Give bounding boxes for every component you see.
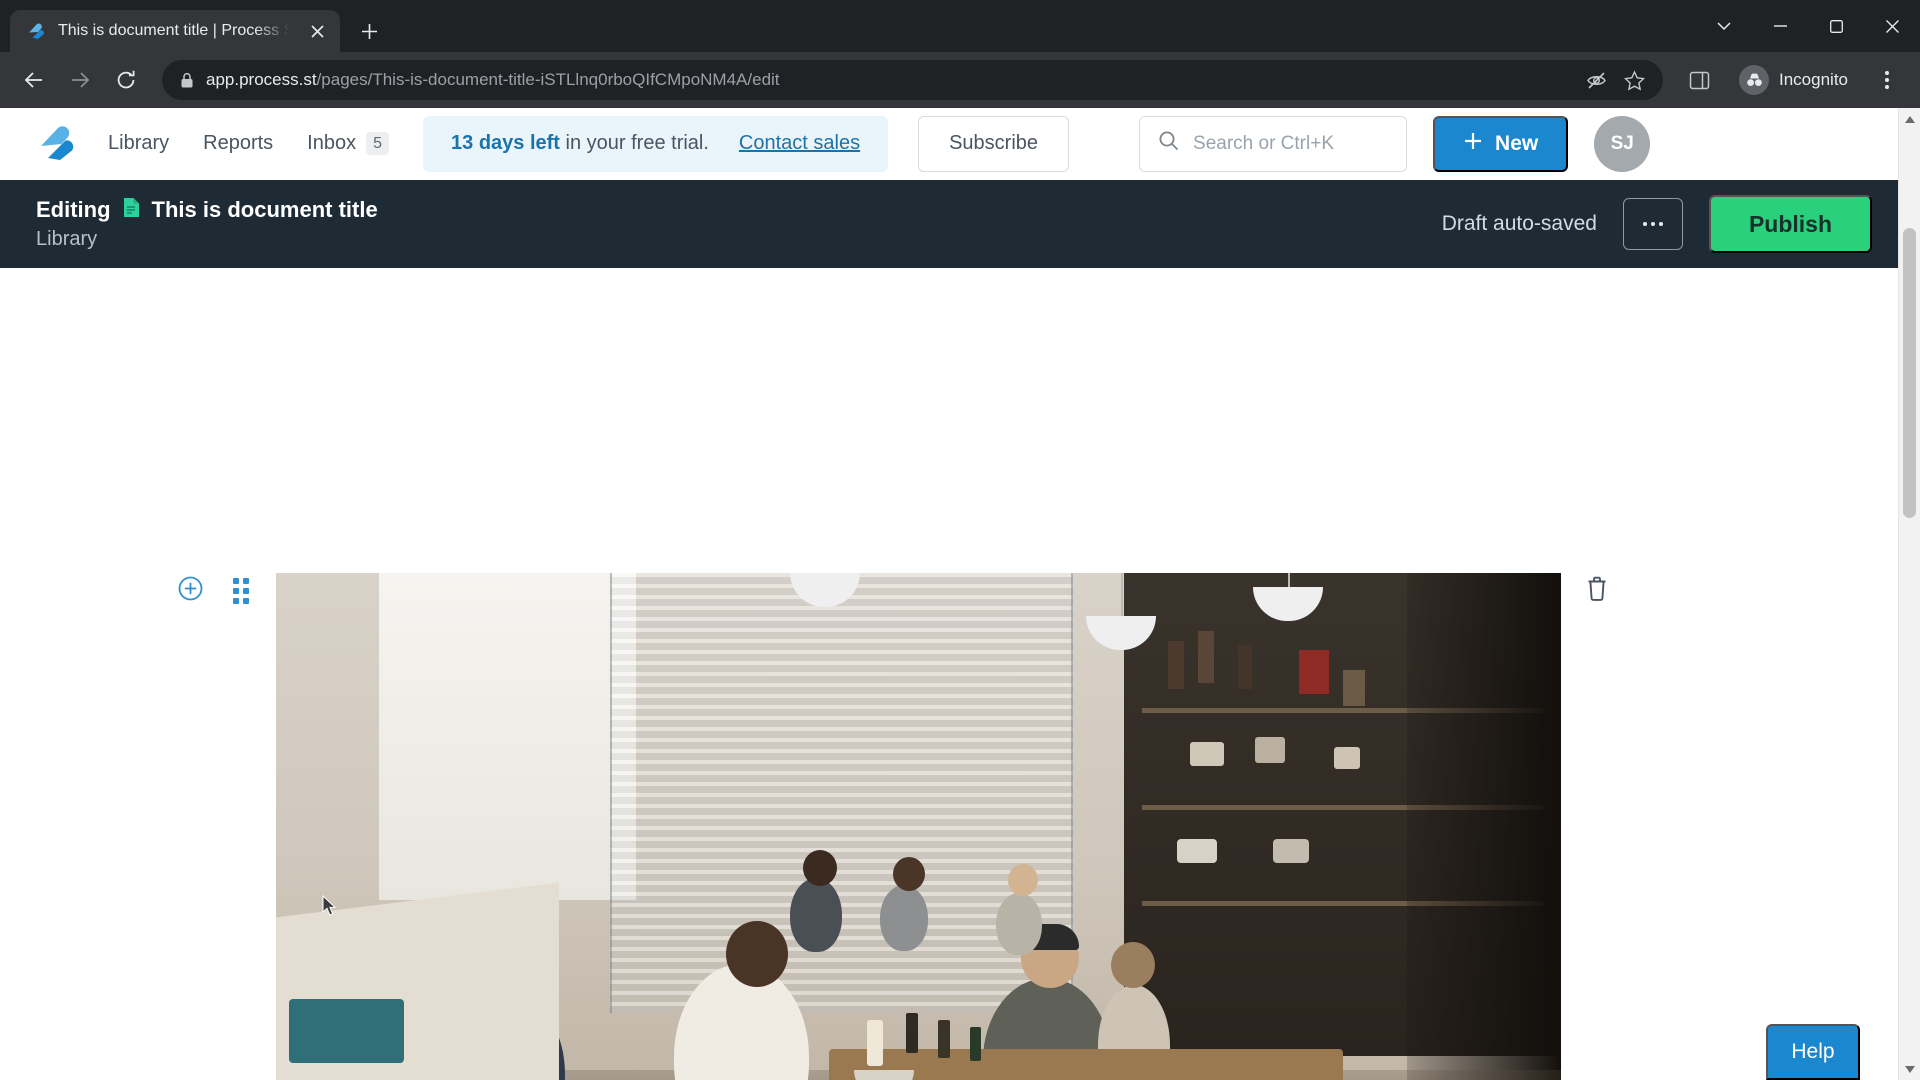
web-page: Library Reports Inbox 5 13 days left in …	[0, 108, 1898, 1080]
incognito-label: Incognito	[1779, 70, 1848, 89]
scrollbar-thumb[interactable]	[1903, 228, 1916, 518]
app-nav: Library Reports Inbox 5	[108, 131, 390, 156]
back-arrow-icon[interactable]	[14, 60, 54, 100]
publish-button[interactable]: Publish	[1708, 195, 1872, 253]
url-text: app.process.st/pages/This-is-document-ti…	[206, 70, 1569, 90]
search-placeholder: Search or Ctrl+K	[1193, 132, 1335, 154]
chevron-down-icon[interactable]	[1696, 0, 1752, 52]
browser-toolbar: app.process.st/pages/This-is-document-ti…	[0, 52, 1920, 108]
search-input[interactable]: Search or Ctrl+K	[1139, 115, 1408, 172]
avatar[interactable]: SJ	[1594, 115, 1651, 172]
breadcrumb[interactable]: Library	[36, 228, 378, 251]
browser-tab-strip: This is document title | Process S	[0, 0, 1920, 52]
incognito-indicator[interactable]: Incognito	[1731, 60, 1862, 100]
add-new-label: New	[1495, 131, 1539, 155]
grip-dots-icon[interactable]	[233, 578, 249, 604]
search-icon	[1158, 130, 1179, 157]
browser-tab-title: This is document title | Process S	[58, 22, 292, 39]
process-st-favicon	[26, 21, 46, 41]
sidebar-item-inbox[interactable]: Inbox 5	[307, 131, 390, 156]
url-host: app.process.st	[206, 70, 317, 89]
editing-title-row: Editing This is document title	[36, 197, 378, 223]
url-path: /pages/This-is-document-title-iSTLlnq0rb…	[316, 70, 780, 89]
reload-icon[interactable]	[106, 60, 146, 100]
omnibox-icons	[1581, 65, 1649, 95]
minimize-icon[interactable]	[1752, 0, 1808, 52]
trial-text: 13 days left in your free trial.	[451, 132, 709, 155]
scroll-down-arrow-icon[interactable]	[1899, 1058, 1920, 1080]
subscribe-button[interactable]: Subscribe	[918, 115, 1070, 172]
eye-slash-icon[interactable]	[1581, 65, 1611, 95]
process-st-logo[interactable]	[36, 123, 78, 165]
browser-tab[interactable]: This is document title | Process S	[10, 10, 340, 52]
document-editor: Enter a caption (optional) Help	[0, 268, 1898, 1080]
close-icon[interactable]	[304, 18, 330, 44]
new-tab-button[interactable]	[352, 14, 386, 48]
block-tools	[178, 576, 249, 606]
editing-status-label: Editing	[36, 197, 111, 222]
close-icon[interactable]	[1864, 0, 1920, 52]
page-viewport: Library Reports Inbox 5 13 days left in …	[0, 108, 1920, 1080]
trash-icon[interactable]	[1586, 576, 1608, 606]
app-header: Library Reports Inbox 5 13 days left in …	[0, 108, 1898, 180]
mouse-cursor	[322, 894, 338, 922]
forward-arrow-icon	[60, 60, 100, 100]
trial-days-left: 13 days left	[451, 132, 560, 154]
editing-toolbar: Editing This is document title Library D…	[0, 180, 1898, 268]
incognito-icon	[1739, 65, 1769, 95]
document-icon	[123, 197, 140, 223]
image-block[interactable]: Enter a caption (optional)	[276, 573, 1561, 1080]
block-image[interactable]	[276, 573, 1561, 1080]
sidebar-item-inbox-label: Inbox	[307, 132, 357, 154]
maximize-icon[interactable]	[1808, 0, 1864, 52]
trial-banner: 13 days left in your free trial. Contact…	[423, 115, 889, 172]
lock-icon	[180, 72, 194, 89]
trial-suffix: in your free trial.	[559, 132, 709, 154]
side-panel-icon[interactable]	[1679, 60, 1719, 100]
star-icon[interactable]	[1619, 65, 1649, 95]
page-title[interactable]: This is document title	[152, 197, 378, 223]
editing-toolbar-right: Draft auto-saved Publish	[1442, 195, 1872, 253]
inbox-count-badge: 5	[366, 131, 390, 156]
add-new-button[interactable]: New	[1433, 115, 1569, 172]
sidebar-item-reports[interactable]: Reports	[203, 132, 273, 155]
browser-window: This is document title | Process S app.p…	[0, 0, 1920, 1080]
contact-sales-link[interactable]: Contact sales	[739, 132, 860, 155]
address-bar[interactable]: app.process.st/pages/This-is-document-ti…	[162, 60, 1663, 100]
editing-toolbar-left: Editing This is document title Library	[36, 197, 378, 251]
ellipsis-icon[interactable]	[1622, 198, 1683, 250]
page-scrollbar[interactable]	[1898, 108, 1920, 1080]
window-controls	[1696, 0, 1920, 52]
scroll-up-arrow-icon[interactable]	[1899, 108, 1920, 130]
plus-circle-icon[interactable]	[178, 576, 203, 606]
plus-icon	[1463, 131, 1483, 157]
autosave-status: Draft auto-saved	[1441, 212, 1597, 235]
help-button[interactable]: Help	[1766, 1024, 1860, 1080]
three-dot-menu-icon[interactable]	[1868, 61, 1906, 99]
sidebar-item-library[interactable]: Library	[108, 132, 169, 155]
